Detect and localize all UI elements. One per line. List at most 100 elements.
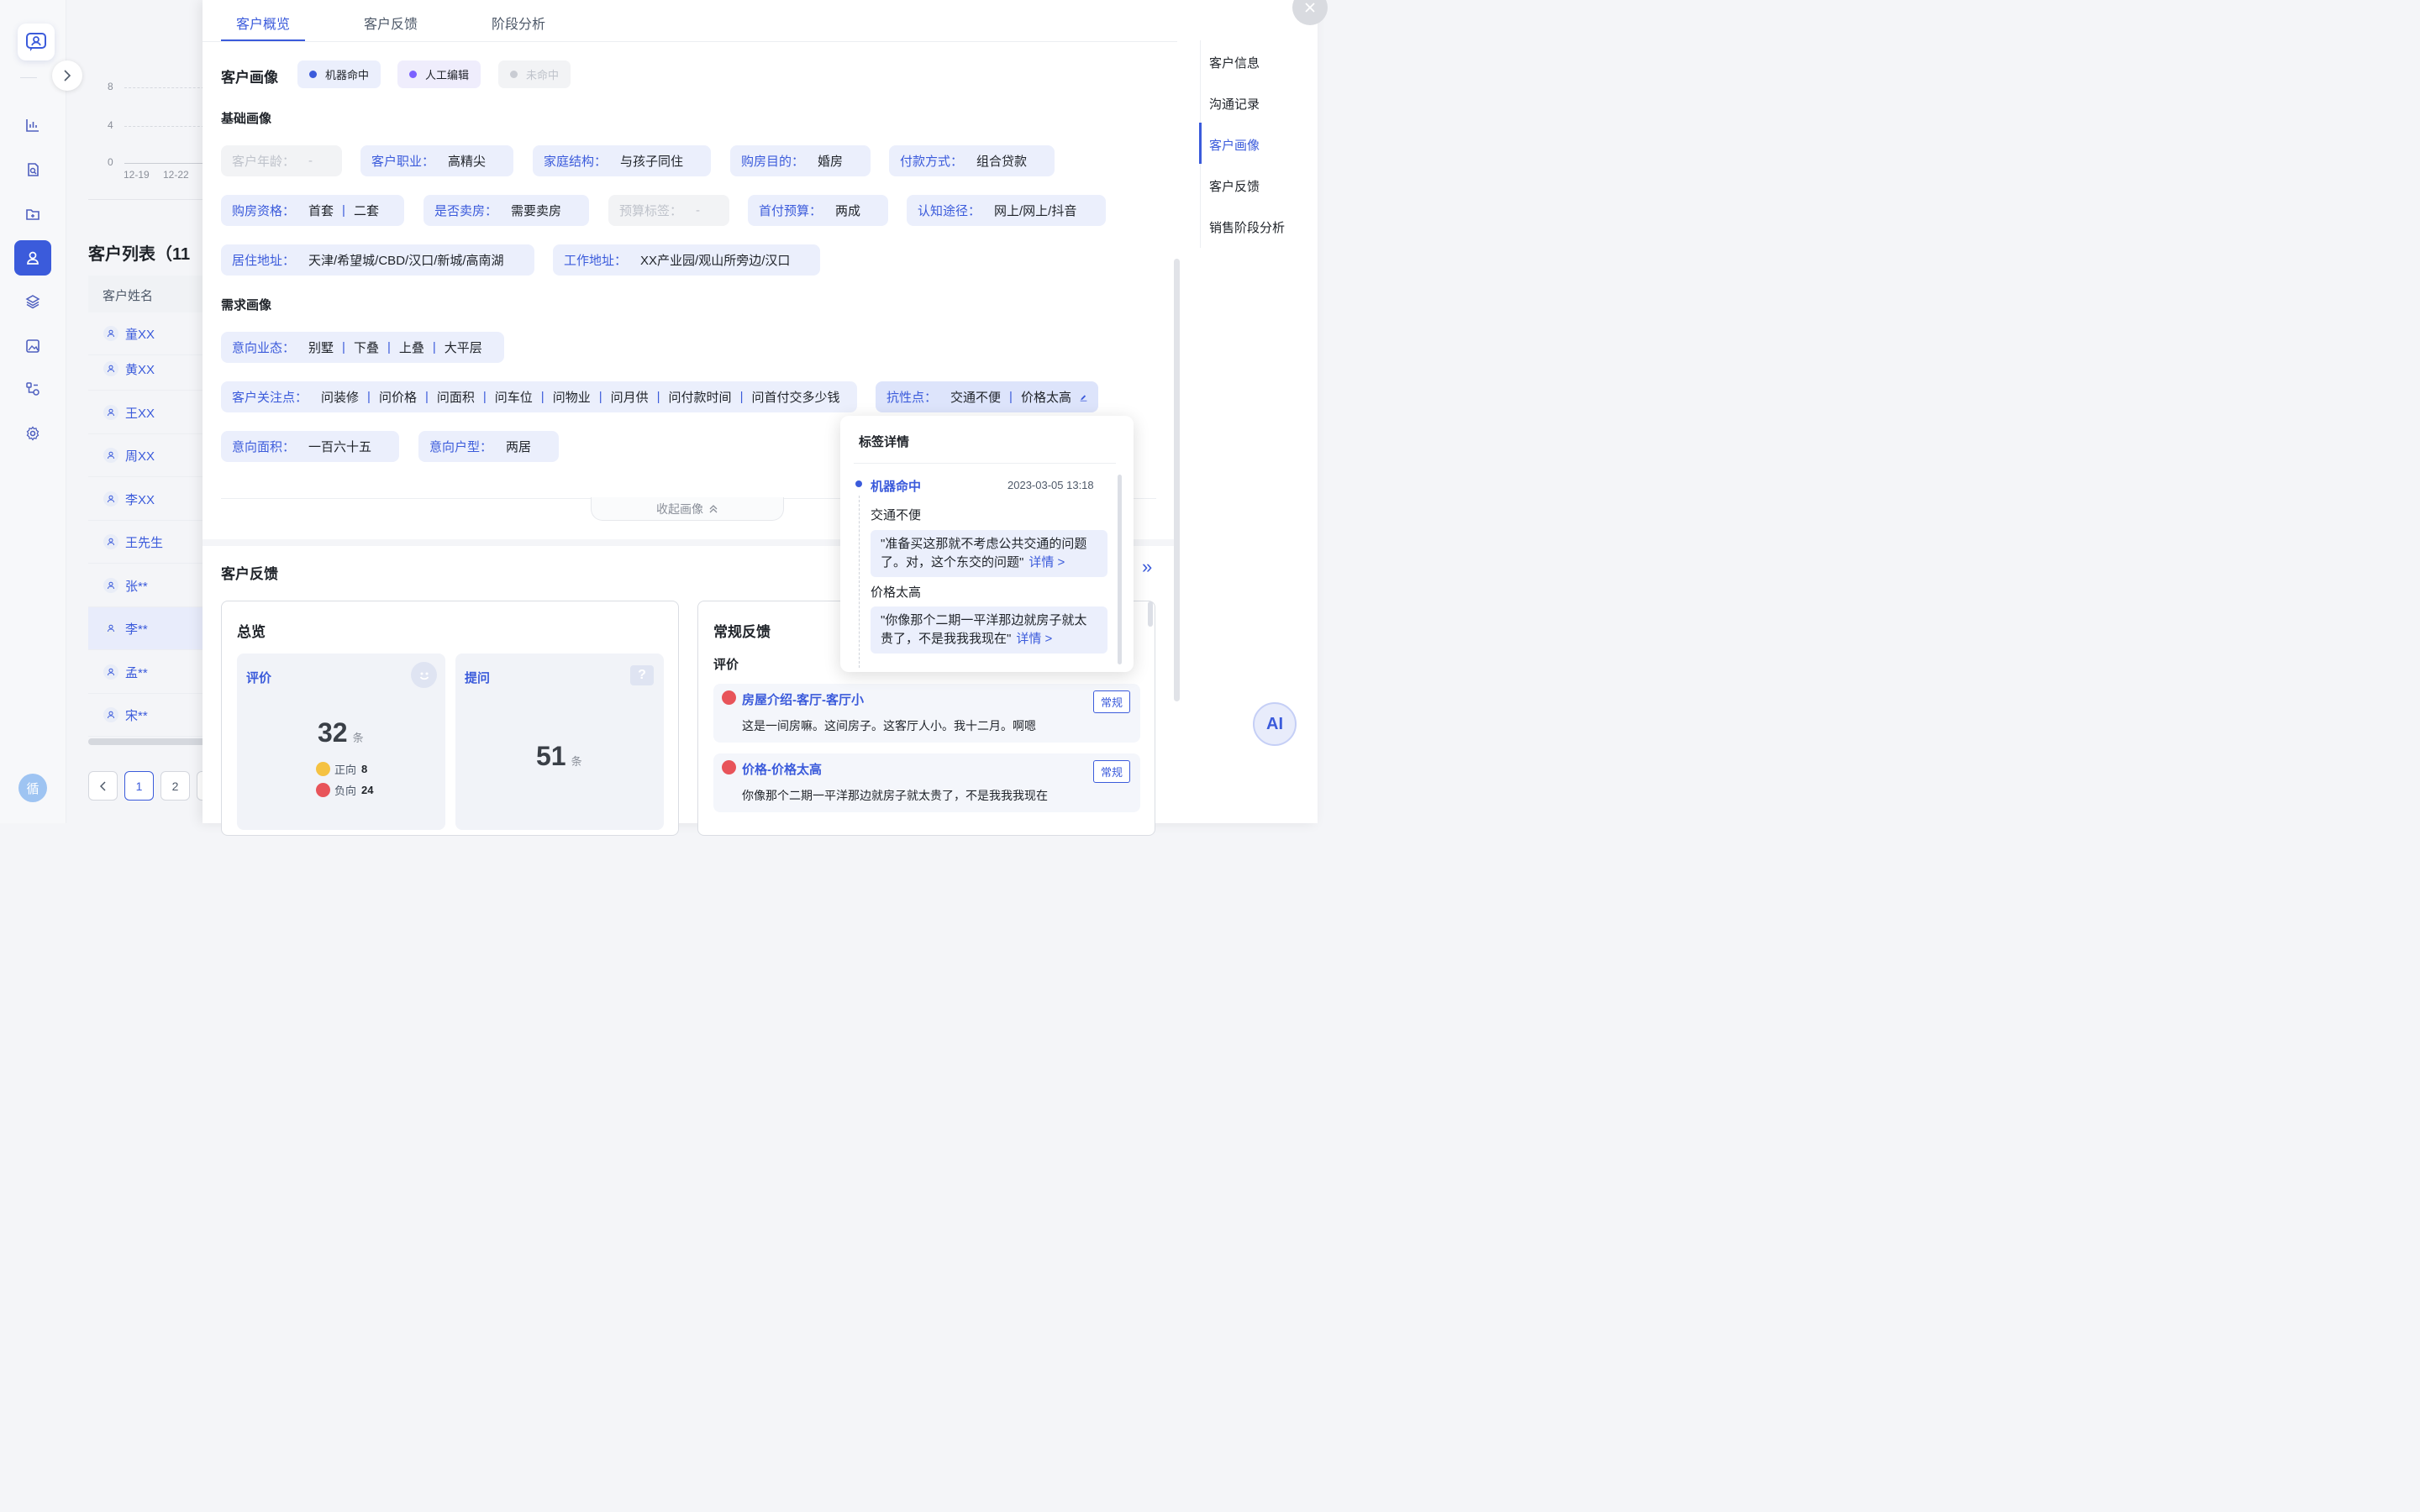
- table-row[interactable]: 黄XX: [88, 348, 214, 391]
- question-stat[interactable]: 提问 ? 51 条: [455, 654, 664, 830]
- customer-name[interactable]: 周XX: [125, 447, 155, 465]
- tag-budget[interactable]: 预算标签： -: [608, 195, 729, 226]
- customer-name[interactable]: 王先生: [125, 533, 163, 551]
- detail-link[interactable]: 详情 >: [1028, 555, 1065, 570]
- popover-quote: "你像那个二期一平洋那边就房子就太 贵了，不是我我我现在" 详情 >: [871, 606, 1107, 654]
- nav-image-icon[interactable]: [14, 328, 51, 364]
- tag-intent-area[interactable]: 意向面积： 一百六十五: [221, 431, 399, 462]
- y-tick: 8: [108, 81, 113, 92]
- tag-downpayment[interactable]: 首付预算： 两成: [748, 195, 888, 226]
- evaluation-label: 评价: [246, 671, 272, 685]
- prev-page-button[interactable]: [88, 771, 118, 801]
- tab-stage-analysis[interactable]: 阶段分析: [476, 0, 560, 41]
- nav-layers-icon[interactable]: [14, 284, 51, 319]
- tag-occupation[interactable]: 客户职业： 高精尖: [360, 145, 513, 176]
- tag-channel[interactable]: 认知途径： 网上/网上/抖音: [907, 195, 1106, 226]
- tab-feedback[interactable]: 客户反馈: [349, 0, 433, 41]
- double-chevron-right-icon[interactable]: »: [1142, 556, 1152, 578]
- evaluation-stat[interactable]: 评价 32 条 正向 8 负向 24: [237, 654, 445, 830]
- user-icon: [103, 448, 118, 463]
- basic-portrait-title: 基础画像: [221, 112, 272, 126]
- edit-icon[interactable]: [1080, 391, 1087, 403]
- anchor-communication[interactable]: 沟通记录: [1209, 95, 1260, 113]
- anchor-feedback[interactable]: 客户反馈: [1209, 177, 1260, 195]
- user-icon: [103, 405, 118, 420]
- anchor-stage-analysis[interactable]: 销售阶段分析: [1209, 218, 1285, 236]
- drawer-tabs: 客户概览 客户反馈 阶段分析: [221, 0, 604, 41]
- tag-home-address[interactable]: 居住地址： 天津/希望城/CBD/汉口/新城/高南湖: [221, 244, 534, 276]
- tag-resistance-points[interactable]: 抗性点： 交通不便 | 价格太高: [876, 381, 1098, 412]
- table-row[interactable]: 王XX: [88, 391, 214, 434]
- legend-dot: [409, 71, 417, 78]
- tag-work-address[interactable]: 工作地址： XX产业园/观山所旁边/汉口: [553, 244, 820, 276]
- detail-link[interactable]: 详情 >: [1016, 632, 1052, 646]
- popover-word: 价格太高: [871, 585, 922, 600]
- tag-family[interactable]: 家庭结构： 与孩子同住: [533, 145, 711, 176]
- tag-sell-house[interactable]: 是否卖房： 需要卖房: [424, 195, 589, 226]
- nav-flow-icon[interactable]: [14, 371, 51, 407]
- popover-quote: "准备买这那就不考虑公共交通的问题 了。对，这个东交的问题" 详情 >: [871, 530, 1107, 577]
- table-row[interactable]: 宋**: [88, 694, 214, 737]
- app-logo-icon[interactable]: [18, 24, 55, 60]
- feedback-item[interactable]: 房屋介绍-客厅-客厅小 常规 这是一间房嘛。这间房子。这客厅人小。我十二月。啊嗯: [713, 684, 1140, 743]
- tag-age[interactable]: 客户年龄： -: [221, 145, 342, 176]
- drawer-scrollbar[interactable]: [1174, 259, 1180, 701]
- popover-scrollbar[interactable]: [1118, 475, 1122, 664]
- customer-name[interactable]: 李XX: [125, 491, 155, 508]
- nav-gear-icon[interactable]: [14, 416, 51, 451]
- customer-name[interactable]: 王XX: [125, 404, 155, 422]
- nav-folder-icon[interactable]: [14, 197, 51, 232]
- user-avatar[interactable]: 循: [18, 774, 47, 802]
- tag-focus-points[interactable]: 客户关注点： 问装修 | 问价格 | 问面积 | 问车位 | 问物业 | 问月供 | 问付款时间 | 问首付交…: [221, 381, 857, 412]
- feedback-item[interactable]: 价格-价格太高 常规 你像那个二期一平洋那边就房子就太贵了，不是我我我现在: [713, 753, 1140, 812]
- user-icon: [103, 621, 118, 636]
- customer-name[interactable]: 宋**: [125, 706, 148, 724]
- x-tick: 12-19: [124, 169, 150, 181]
- card-scrollbar[interactable]: [1148, 601, 1153, 627]
- evaluation-count: 32: [318, 717, 348, 748]
- tag-qualification[interactable]: 购房资格： 首套 | 二套: [221, 195, 404, 226]
- customer-name[interactable]: 黄XX: [125, 360, 155, 378]
- table-row[interactable]: 王先生: [88, 521, 214, 564]
- table-row[interactable]: 周XX: [88, 434, 214, 477]
- anchor-portrait[interactable]: 客户画像: [1209, 136, 1260, 154]
- page-1-button[interactable]: 1: [124, 771, 154, 801]
- double-chevron-up-icon: [709, 504, 718, 512]
- tag-payment[interactable]: 付款方式： 组合贷款: [889, 145, 1055, 176]
- column-header-name: 客户姓名: [103, 289, 154, 303]
- tag-intent-type[interactable]: 意向业态： 别墅 | 下叠 | 上叠 | 大平层: [221, 332, 504, 363]
- angry-emoji-icon: [722, 760, 736, 774]
- page-2-button[interactable]: 2: [160, 771, 190, 801]
- customer-name[interactable]: 童XX: [125, 325, 155, 343]
- customer-name[interactable]: 张**: [125, 577, 148, 595]
- regular-badge: 常规: [1092, 760, 1130, 783]
- y-tick: 4: [108, 119, 113, 131]
- customer-detail-drawer: 客户概览 客户反馈 阶段分析 客户画像 机器命中 人工编辑 未命中 基础画像 客…: [203, 0, 1318, 836]
- nav-user-icon[interactable]: [14, 240, 51, 276]
- nav-search-doc-icon[interactable]: [14, 152, 51, 187]
- legend-machine[interactable]: 机器命中: [297, 60, 381, 88]
- tab-overview[interactable]: 客户概览: [221, 0, 306, 41]
- nav-chart-icon[interactable]: [14, 108, 51, 143]
- tag-purpose[interactable]: 购房目的： 婚房: [730, 145, 871, 176]
- table-row[interactable]: 李XX: [88, 478, 214, 521]
- customer-name[interactable]: 李**: [125, 620, 148, 638]
- anchor-customer-info[interactable]: 客户信息: [1209, 54, 1260, 71]
- table-row[interactable]: 李**: [88, 607, 214, 650]
- collapse-portrait-button[interactable]: 收起画像: [591, 497, 784, 521]
- ai-assistant-button[interactable]: AI: [1253, 702, 1297, 746]
- legend-manual[interactable]: 人工编辑: [397, 60, 481, 88]
- expand-nav-button[interactable]: [52, 60, 82, 91]
- question-label: 提问: [465, 671, 491, 685]
- horizontal-scrollbar[interactable]: [88, 738, 214, 745]
- table-row[interactable]: 张**: [88, 564, 214, 607]
- question-count: 51: [536, 741, 566, 771]
- user-icon: [103, 578, 118, 593]
- customer-name[interactable]: 孟**: [125, 664, 148, 681]
- table-row[interactable]: 孟**: [88, 651, 214, 694]
- anchor-indicator: [1199, 123, 1202, 164]
- angry-emoji-icon: [316, 783, 330, 797]
- tag-intent-layout[interactable]: 意向户型： 两居: [418, 431, 559, 462]
- angry-emoji-icon: [722, 690, 736, 705]
- legend-missed[interactable]: 未命中: [498, 60, 571, 88]
